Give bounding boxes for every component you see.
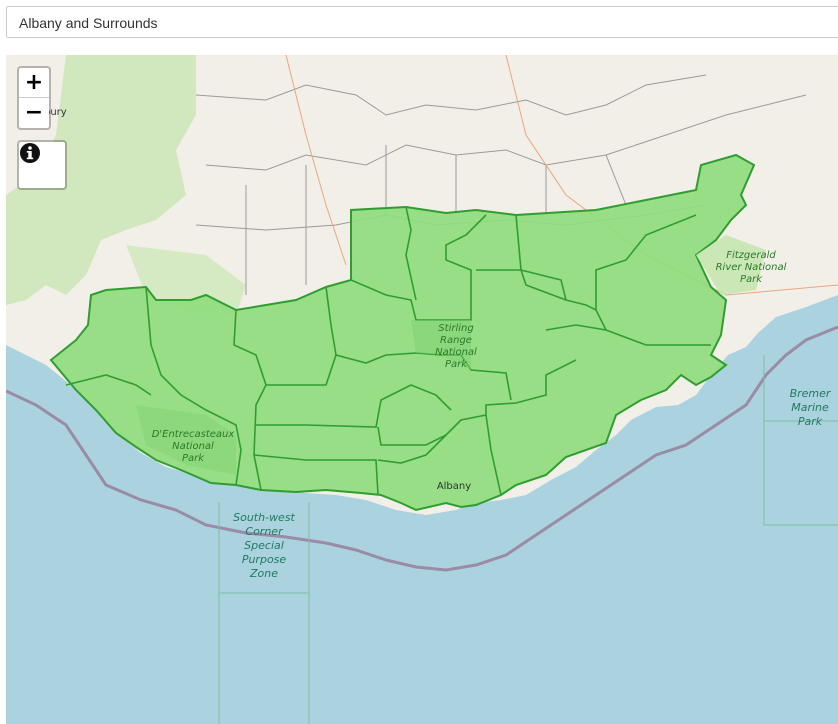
info-button[interactable] (17, 140, 67, 190)
label-bremer-marine-park: Bremer Marine Park (789, 387, 831, 428)
label-albany-town: Albany (436, 481, 472, 492)
zone-box-bremer (763, 355, 838, 526)
region-title-field[interactable]: Albany and Surrounds (6, 6, 838, 38)
label-stirling-range-national-park: Stirling Range National Park (435, 323, 477, 370)
zoom-in-button[interactable]: + (19, 68, 49, 98)
label-south-west-corner-zone: South-west Corner Special Purpose Zone (233, 511, 295, 580)
region-title-text: Albany and Surrounds (19, 15, 158, 31)
info-circle-icon (20, 143, 40, 163)
zoom-out-button[interactable]: − (19, 98, 49, 128)
label-dentrecasteaux-national-park: D'Entrecasteaux National Park (151, 429, 235, 464)
zoom-control: + − (17, 66, 51, 130)
map-canvas[interactable] (6, 55, 838, 724)
label-fitzgerald-river-national-park: Fitzgerald River National Park (715, 250, 787, 285)
map-viewport[interactable]: Fitzgerald River National Park Stirling … (6, 55, 838, 724)
